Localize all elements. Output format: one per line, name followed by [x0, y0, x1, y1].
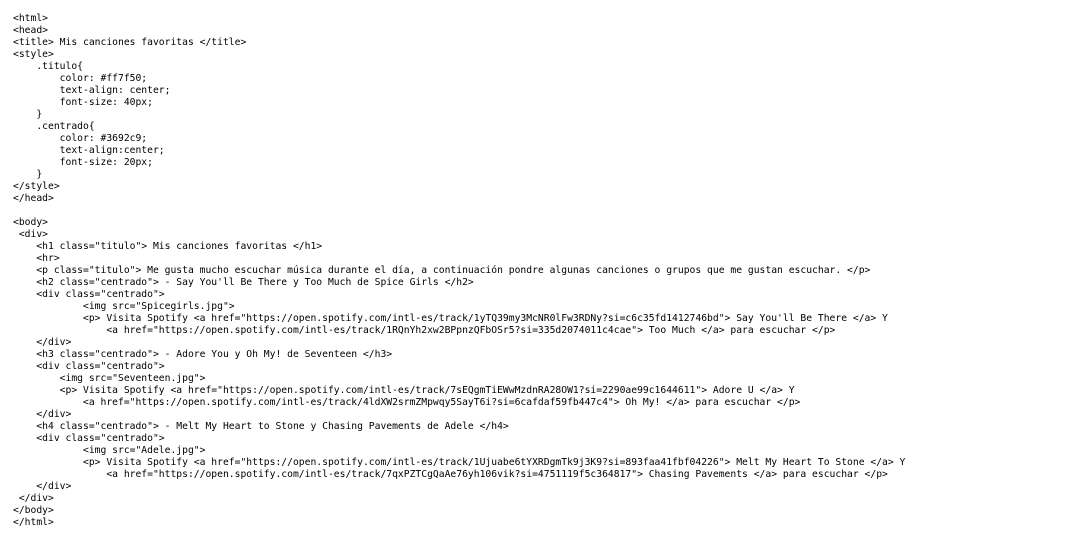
code-line: <h4 class="centrado"> - Melt My Heart to…: [13, 421, 509, 432]
code-line: <h2 class="centrado"> - Say You'll Be Th…: [13, 277, 474, 288]
code-line: <div class="centrado">: [13, 433, 165, 444]
source-code-view: <html> <head> <title> Mis canciones favo…: [0, 0, 1068, 560]
code-line: <p> Visita Spotify <a href="https://open…: [13, 457, 906, 468]
code-line: text-align:center;: [13, 145, 165, 156]
code-line: <html>: [13, 13, 48, 24]
code-line: <h3 class="centrado"> - Adore You y Oh M…: [13, 349, 393, 360]
code-line: <img src="Seventeen.jpg">: [13, 373, 206, 384]
code-line: <div>: [13, 229, 48, 240]
code-line: <a href="https://open.spotify.com/intl-e…: [13, 325, 836, 336]
code-line: <body>: [13, 217, 48, 228]
code-line: }: [13, 109, 43, 120]
code-line: <img src="Spicegirls.jpg">: [13, 301, 235, 312]
code-line: <img src="Adele.jpg">: [13, 445, 206, 456]
code-line: <h1 class="titulo"> Mis canciones favori…: [13, 241, 323, 252]
code-line: <div class="centrado">: [13, 289, 165, 300]
code-line: <style>: [13, 49, 54, 60]
code-line: </div>: [13, 481, 72, 492]
code-line: text-align: center;: [13, 85, 171, 96]
code-line: </html>: [13, 517, 54, 528]
code-line: <title> Mis canciones favoritas </title>: [13, 37, 247, 48]
code-line: <p> Visita Spotify <a href="https://open…: [13, 313, 888, 324]
code-line: }: [13, 169, 43, 180]
code-line: </div>: [13, 493, 54, 504]
code-line: </div>: [13, 337, 72, 348]
code-line: color: #ff7f50;: [13, 73, 148, 84]
code-line: <a href="https://open.spotify.com/intl-e…: [13, 397, 801, 408]
code-line: <a href="https://open.spotify.com/intl-e…: [13, 469, 888, 480]
code-line: font-size: 40px;: [13, 97, 153, 108]
code-line: <hr>: [13, 253, 60, 264]
code-line: <div class="centrado">: [13, 361, 165, 372]
code-line: font-size: 20px;: [13, 157, 153, 168]
code-line: .titulo{: [13, 61, 83, 72]
code-line: </style>: [13, 181, 60, 192]
code-line: </div>: [13, 409, 72, 420]
code-line: color: #3692c9;: [13, 133, 148, 144]
code-line: </head>: [13, 193, 54, 204]
code-line: <p> Visita Spotify <a href="https://open…: [13, 385, 795, 396]
code-line: <head>: [13, 25, 48, 36]
code-line: <p class="titulo"> Me gusta mucho escuch…: [13, 265, 871, 276]
code-line: .centrado{: [13, 121, 95, 132]
code-line: </body>: [13, 505, 54, 516]
